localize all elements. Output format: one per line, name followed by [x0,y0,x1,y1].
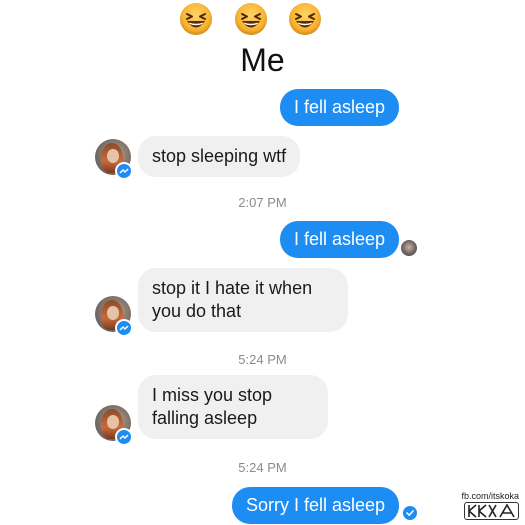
timestamp: 5:24 PM [238,352,287,367]
messenger-badge-icon [115,162,133,180]
laughing-emoji-icon [235,3,267,35]
watermark-logo [464,502,519,520]
timestamp: 5:24 PM [238,460,287,475]
timestamp: 2:07 PM [238,195,287,210]
read-receipt-avatar [401,240,417,256]
watermark-url: fb.com/itskoka [461,491,519,501]
messenger-badge-icon [115,428,133,446]
messenger-badge-icon [115,319,133,337]
outgoing-message: I fell asleep [279,221,399,258]
outgoing-message: Sorry I fell asleep [231,487,399,524]
incoming-message: I miss you stop falling asleep [138,375,328,439]
seen-check-icon [403,506,417,520]
incoming-message: stop it I hate it when you do that [138,268,348,332]
outgoing-message: I fell asleep [279,89,399,126]
page-title: Me [240,42,285,78]
laughing-emoji-icon [180,3,212,35]
incoming-message: stop sleeping wtf [138,136,301,177]
laughing-emoji-icon [289,3,321,35]
